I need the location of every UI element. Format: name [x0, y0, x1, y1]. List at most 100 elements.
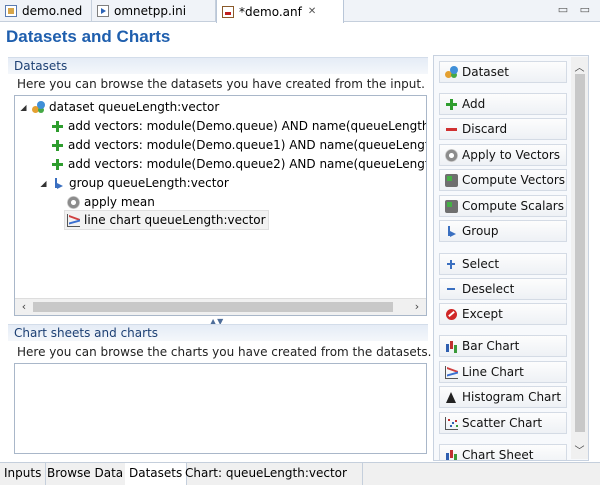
- tree-item-label: group queueLength:vector: [69, 176, 229, 190]
- line-chart-button[interactable]: Line Chart: [439, 361, 567, 383]
- button-label: Discard: [462, 122, 508, 136]
- button-label: Compute Vectors: [462, 173, 566, 187]
- ned-file-icon: [5, 5, 17, 17]
- button-label: Scatter Chart: [462, 416, 543, 430]
- line-chart-icon: [67, 213, 80, 227]
- tree-item-label: dataset queueLength:vector: [49, 100, 220, 114]
- tab-browse-data[interactable]: Browse Data: [43, 463, 129, 485]
- scatter-chart-button[interactable]: Scatter Chart: [439, 412, 567, 434]
- histogram-chart-button[interactable]: Histogram Chart: [439, 386, 567, 408]
- add-icon: [51, 158, 64, 171]
- deselect-button[interactable]: Deselect: [439, 278, 567, 300]
- tab-chart-queuelength[interactable]: Chart: queueLength:vector: [181, 463, 363, 485]
- group-icon: [445, 225, 458, 238]
- line-chart-icon: [445, 365, 458, 379]
- button-label: Dataset: [462, 65, 509, 79]
- anf-file-icon: [222, 5, 234, 18]
- editor-tab-label: demo.ned: [22, 4, 83, 18]
- expand-arrow-icon[interactable]: ◢: [19, 103, 28, 112]
- compute-scalars-button[interactable]: Compute Scalars: [439, 195, 567, 217]
- scroll-left-icon[interactable]: ‹: [16, 300, 32, 313]
- tree-item-apply-mean[interactable]: apply mean: [67, 193, 155, 211]
- tree-item-label: add vectors: module(Demo.queue) AND name…: [68, 119, 427, 133]
- select-icon: [445, 258, 458, 271]
- compute-vectors-icon: [445, 173, 458, 187]
- scroll-down-icon[interactable]: ﹀: [571, 442, 588, 457]
- button-label: Bar Chart: [462, 339, 520, 353]
- datasets-description: Here you can browse the datasets you hav…: [17, 77, 425, 91]
- editor-tab-demo-ned[interactable]: demo.ned: [0, 0, 92, 22]
- discard-icon: [445, 123, 458, 136]
- tree-item-label: apply mean: [84, 195, 155, 209]
- tab-inputs[interactable]: Inputs: [0, 463, 47, 485]
- histogram-chart-icon: [445, 391, 458, 404]
- button-label: Chart Sheet: [462, 448, 534, 461]
- button-label: Group: [462, 224, 499, 238]
- scrollbar-thumb[interactable]: [575, 74, 585, 432]
- editor-tab-demo-anf[interactable]: *demo.anf ✕: [216, 0, 344, 23]
- dataset-button[interactable]: Dataset: [439, 61, 567, 83]
- add-button[interactable]: Add: [439, 93, 567, 115]
- datasets-tree[interactable]: ◢ dataset queueLength:vector add vectors…: [14, 95, 427, 316]
- editor-tab-bar: demo.ned omnetpp.ini *demo.anf ✕ ▭ ▭: [0, 0, 600, 23]
- action-button-panel: Dataset Add Discard Apply to Vectors Com…: [433, 55, 589, 461]
- button-label: Except: [462, 307, 503, 321]
- minimize-maximize-icons[interactable]: ▭ ▭: [558, 3, 594, 16]
- tree-item-label: add vectors: module(Demo.queue2) AND nam…: [68, 157, 427, 171]
- button-label: Compute Scalars: [462, 199, 564, 213]
- tree-item-label: add vectors: module(Demo.queue1) AND nam…: [68, 138, 427, 152]
- discard-button[interactable]: Discard: [439, 118, 567, 140]
- charts-section-title: Chart sheets and charts: [14, 326, 159, 340]
- add-icon: [51, 120, 64, 133]
- tree-item-add-vectors[interactable]: add vectors: module(Demo.queue) AND name…: [51, 117, 427, 135]
- button-label: Line Chart: [462, 365, 524, 379]
- compute-vectors-button[interactable]: Compute Vectors: [439, 169, 567, 191]
- chart-sheet-icon: [445, 449, 458, 460]
- group-icon: [52, 177, 65, 190]
- tree-item-add-vectors[interactable]: add vectors: module(Demo.queue1) AND nam…: [51, 136, 427, 154]
- tab-datasets[interactable]: Datasets: [125, 463, 188, 485]
- scroll-up-icon[interactable]: ︿: [571, 59, 588, 74]
- button-label: Add: [462, 97, 486, 111]
- scroll-right-icon[interactable]: ›: [409, 300, 425, 313]
- tree-item-line-chart[interactable]: line chart queueLength:vector: [64, 210, 269, 230]
- deselect-icon: [445, 283, 458, 296]
- add-icon: [51, 139, 64, 152]
- compute-scalars-icon: [445, 199, 458, 213]
- chart-sheet-button[interactable]: Chart Sheet: [439, 444, 567, 461]
- datasets-section-header[interactable]: Datasets: [8, 57, 428, 74]
- scatter-chart-icon: [445, 416, 458, 430]
- group-button[interactable]: Group: [439, 220, 567, 242]
- button-label: Deselect: [462, 282, 515, 296]
- tree-item-dataset[interactable]: ◢ dataset queueLength:vector: [19, 98, 219, 116]
- charts-section-header[interactable]: Chart sheets and charts: [8, 324, 428, 341]
- except-icon: [445, 308, 458, 321]
- bar-chart-icon: [445, 340, 458, 353]
- vertical-scrollbar[interactable]: ︿ ﹀: [571, 57, 588, 459]
- bar-chart-button[interactable]: Bar Chart: [439, 335, 567, 357]
- ini-file-icon: [97, 5, 109, 17]
- tree-item-group[interactable]: ◢ group queueLength:vector: [39, 174, 229, 192]
- scrollbar-thumb[interactable]: [33, 302, 393, 312]
- button-label: Apply to Vectors: [462, 148, 561, 162]
- dataset-icon: [445, 65, 458, 79]
- close-icon[interactable]: ✕: [308, 6, 316, 17]
- button-label: Select: [462, 257, 500, 271]
- datasets-section-title: Datasets: [14, 59, 68, 73]
- dataset-icon: [32, 100, 45, 114]
- editor-tab-label: *demo.anf: [239, 4, 302, 19]
- add-icon: [445, 98, 458, 111]
- button-label: Histogram Chart: [462, 390, 562, 404]
- page-title: Datasets and Charts: [6, 27, 171, 46]
- apply-gear-icon: [67, 195, 80, 209]
- apply-to-vectors-button[interactable]: Apply to Vectors: [439, 144, 567, 166]
- expand-arrow-icon[interactable]: ◢: [39, 179, 48, 188]
- select-button[interactable]: Select: [439, 253, 567, 275]
- chart-sheets-tree[interactable]: [14, 363, 427, 454]
- horizontal-scrollbar[interactable]: ‹ ›: [15, 298, 426, 315]
- editor-tab-label: omnetpp.ini: [114, 4, 187, 18]
- window-controls[interactable]: ▭ ▭: [558, 3, 594, 16]
- except-button[interactable]: Except: [439, 303, 567, 325]
- tree-item-add-vectors[interactable]: add vectors: module(Demo.queue2) AND nam…: [51, 155, 427, 173]
- editor-tab-omnetpp-ini[interactable]: omnetpp.ini: [92, 0, 216, 22]
